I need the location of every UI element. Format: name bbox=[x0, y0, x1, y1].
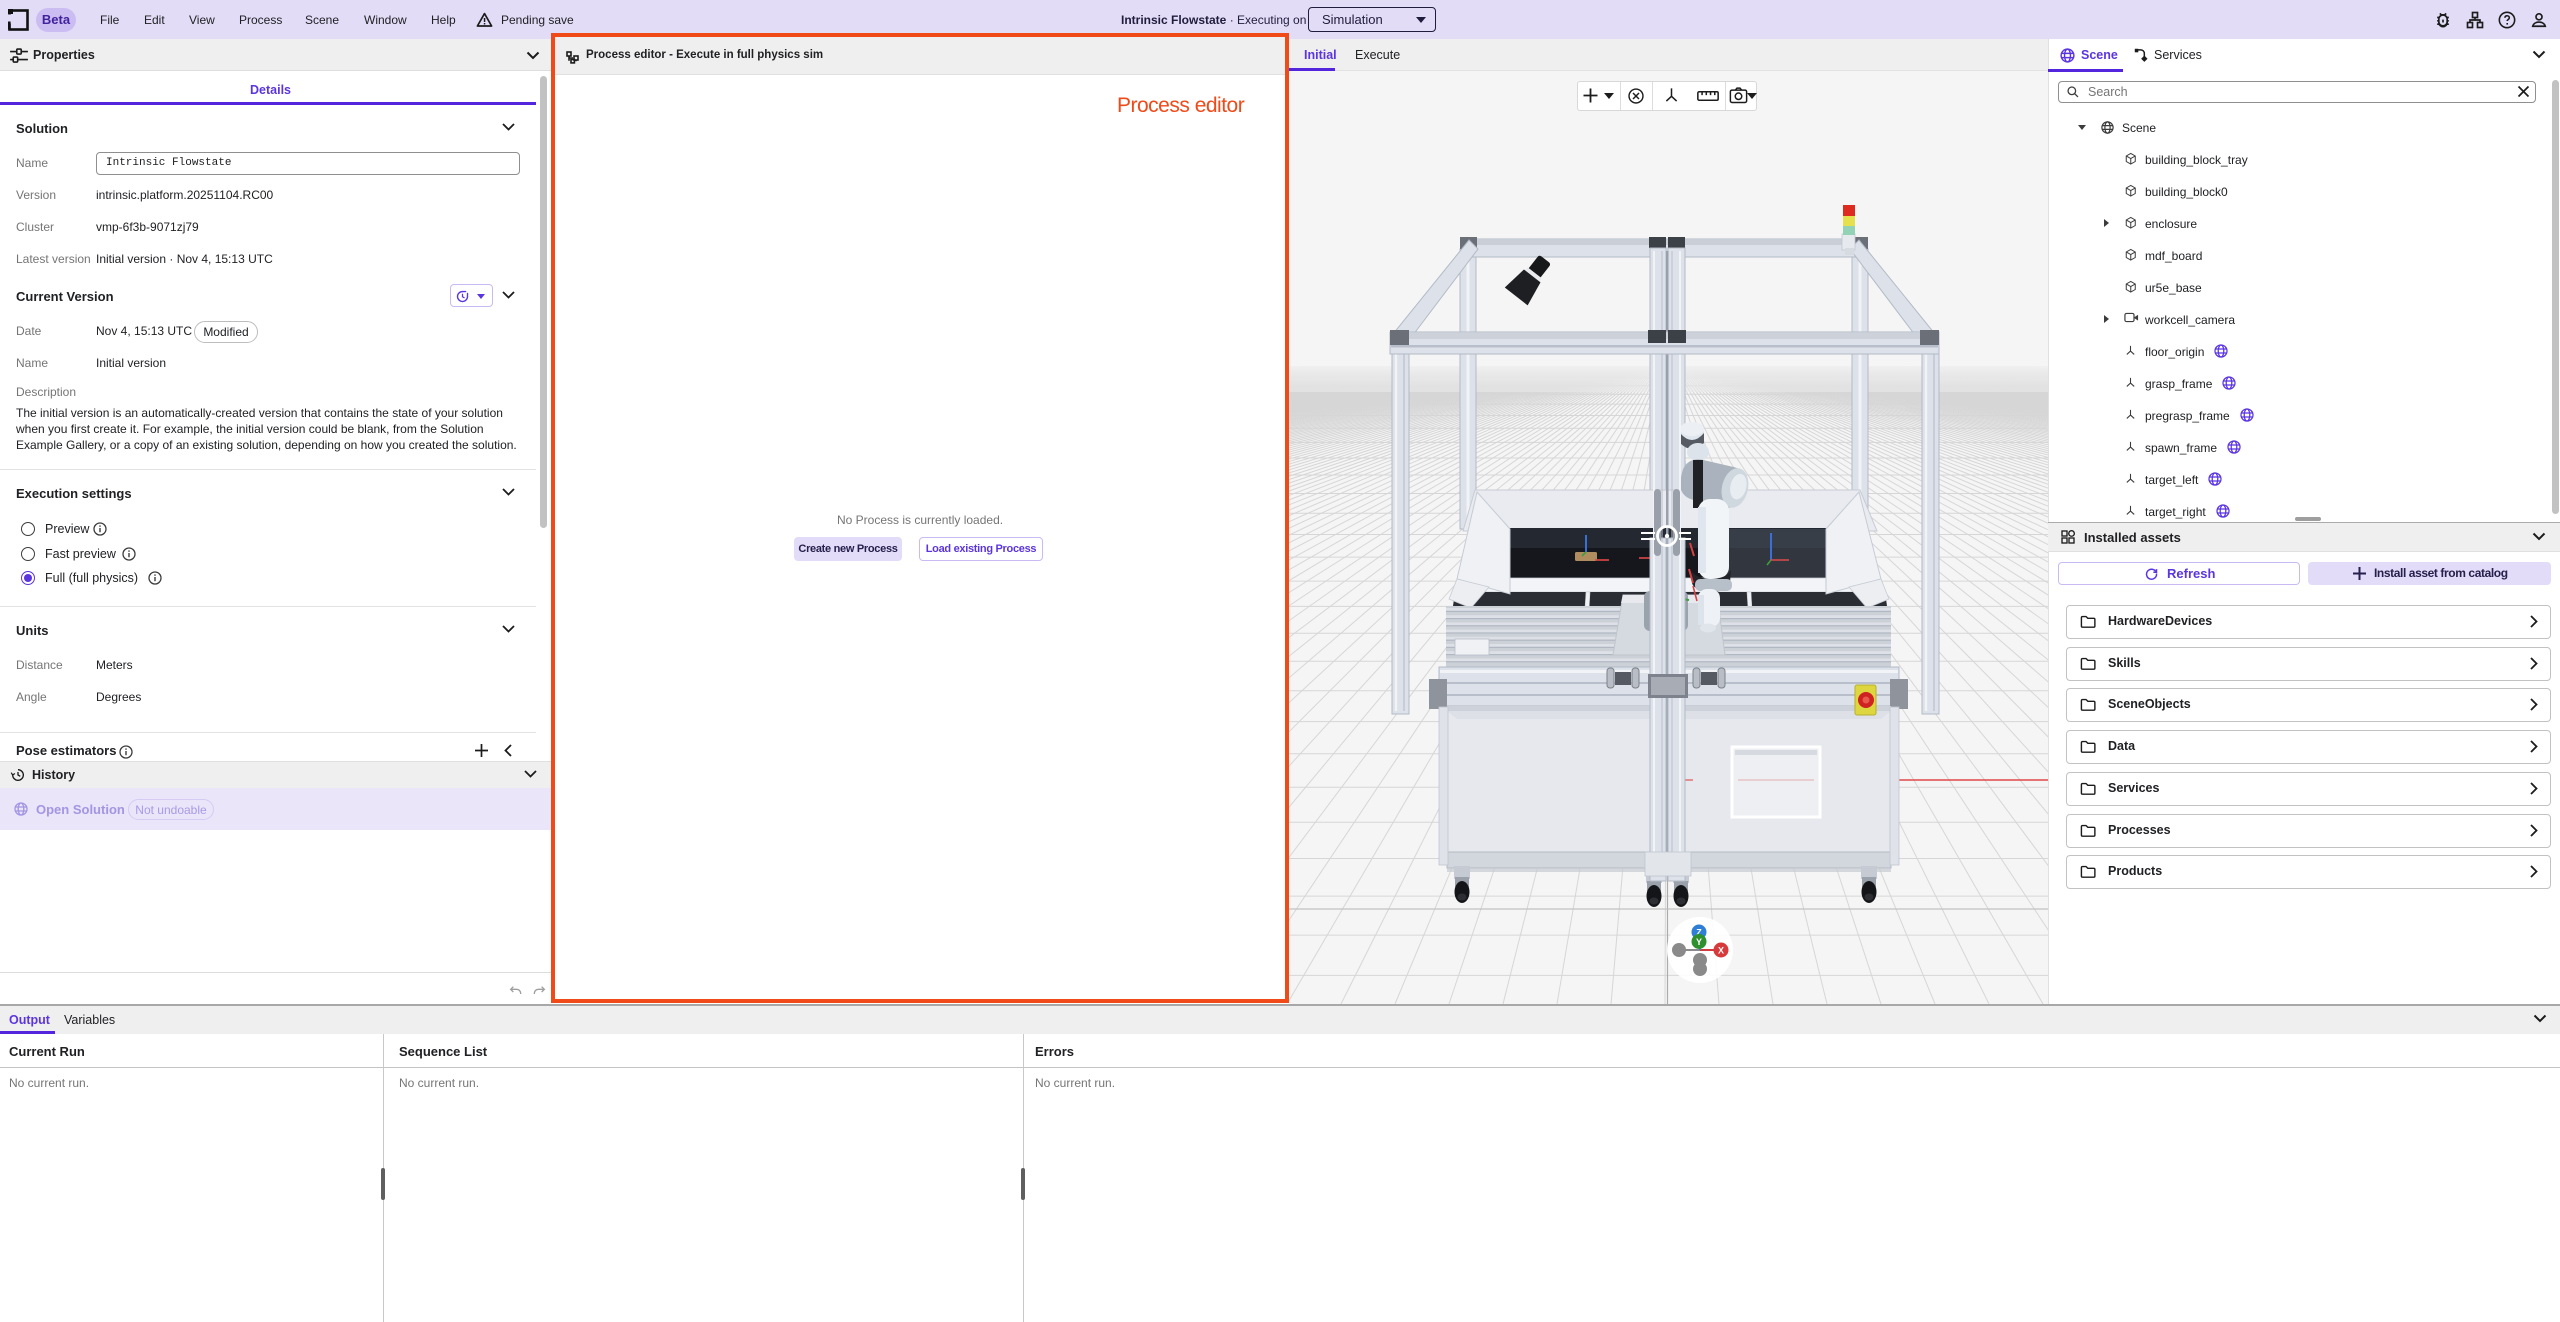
svg-text:Y: Y bbox=[1696, 937, 1702, 947]
svg-text:X: X bbox=[1718, 946, 1724, 956]
